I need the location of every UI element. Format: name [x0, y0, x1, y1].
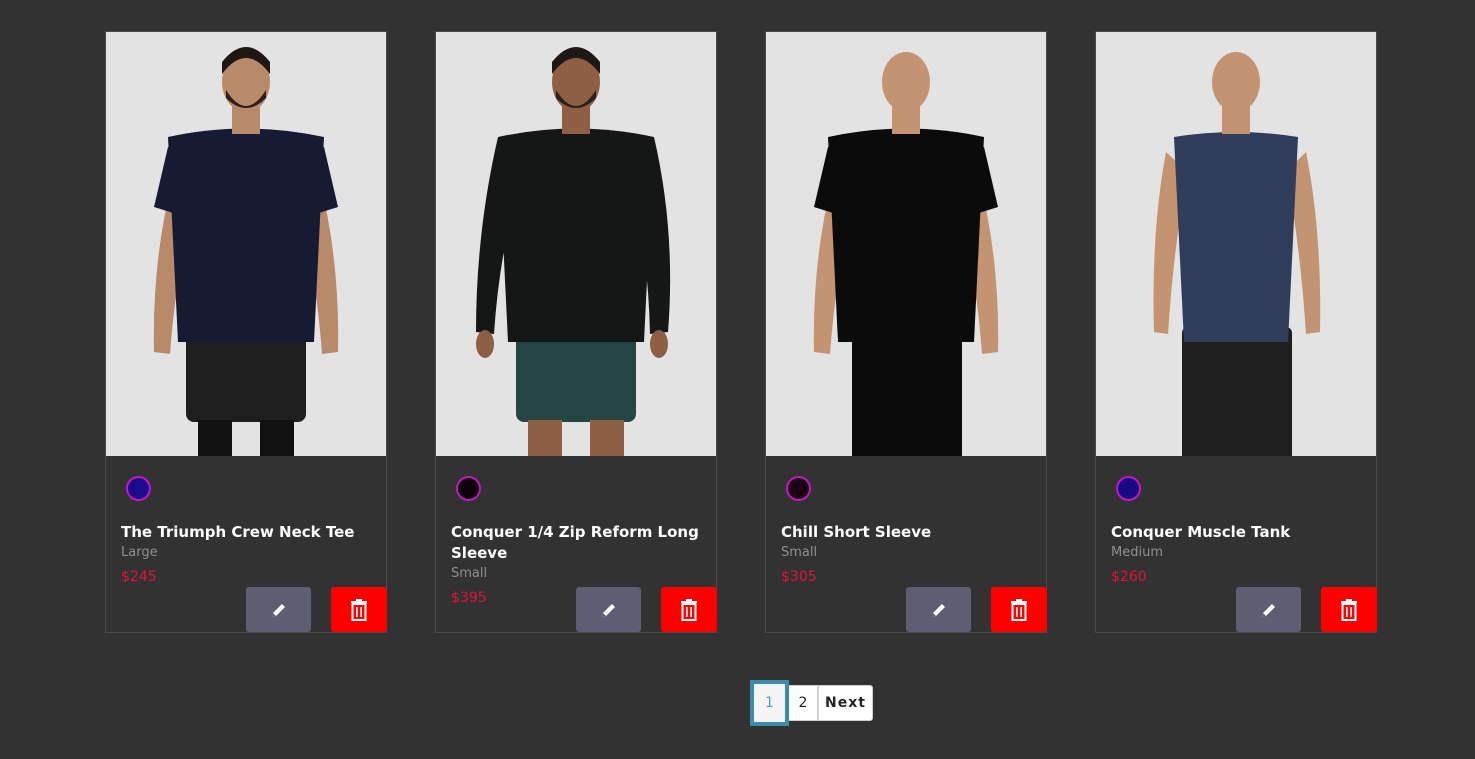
pencil-icon — [1261, 603, 1275, 617]
delete-button[interactable] — [661, 587, 717, 632]
product-info: Conquer Muscle Tank Medium $260 — [1111, 522, 1366, 588]
color-swatch[interactable] — [1116, 476, 1141, 501]
product-price: $260 — [1111, 569, 1147, 585]
pencil-icon — [601, 603, 615, 617]
delete-button[interactable] — [1321, 587, 1377, 632]
edit-button[interactable] — [906, 587, 971, 632]
next-page-button[interactable]: Next — [818, 685, 873, 721]
color-swatch[interactable] — [786, 476, 811, 501]
model-illustration — [153, 47, 339, 456]
product-image — [106, 32, 386, 456]
product-name[interactable]: Chill Short Sleeve — [781, 522, 1036, 543]
product-size: Medium — [1111, 545, 1163, 560]
trash-icon — [681, 598, 697, 621]
product-name[interactable]: Conquer 1/4 Zip Reform Long Sleeve — [451, 522, 706, 564]
product-card: Conquer 1/4 Zip Reform Long Sleeve Small… — [435, 31, 717, 633]
color-swatch[interactable] — [456, 476, 481, 501]
model-illustration — [1153, 52, 1321, 456]
product-card: The Triumph Crew Neck Tee Large $245 — [105, 31, 387, 633]
product-price: $305 — [781, 569, 817, 585]
page-2-button[interactable]: 2 — [789, 685, 818, 721]
edit-button[interactable] — [576, 587, 641, 632]
product-image — [766, 32, 1046, 456]
trash-icon — [1341, 598, 1357, 621]
trash-icon — [351, 598, 367, 621]
page-1-button[interactable]: 1 — [750, 680, 789, 726]
pagination: 1 2 Next — [750, 680, 873, 726]
product-grid: The Triumph Crew Neck Tee Large $245 Con… — [105, 31, 1377, 633]
model-illustration — [476, 47, 671, 456]
product-image — [1096, 32, 1376, 456]
delete-button[interactable] — [991, 587, 1047, 632]
product-card: Conquer Muscle Tank Medium $260 — [1095, 31, 1377, 633]
product-name[interactable]: Conquer Muscle Tank — [1111, 522, 1366, 543]
trash-icon — [1011, 598, 1027, 621]
product-image — [436, 32, 716, 456]
product-info: The Triumph Crew Neck Tee Large $245 — [121, 522, 376, 588]
product-card: Chill Short Sleeve Small $305 — [765, 31, 1047, 633]
product-size: Small — [451, 566, 488, 581]
edit-button[interactable] — [246, 587, 311, 632]
pencil-icon — [271, 603, 285, 617]
product-info: Chill Short Sleeve Small $305 — [781, 522, 1036, 588]
delete-button[interactable] — [331, 587, 387, 632]
edit-button[interactable] — [1236, 587, 1301, 632]
model-illustration — [813, 52, 999, 456]
color-swatch[interactable] — [126, 476, 151, 501]
product-size: Large — [121, 545, 158, 560]
product-size: Small — [781, 545, 818, 560]
product-price: $245 — [121, 569, 157, 585]
product-name[interactable]: The Triumph Crew Neck Tee — [121, 522, 376, 543]
pencil-icon — [931, 603, 945, 617]
